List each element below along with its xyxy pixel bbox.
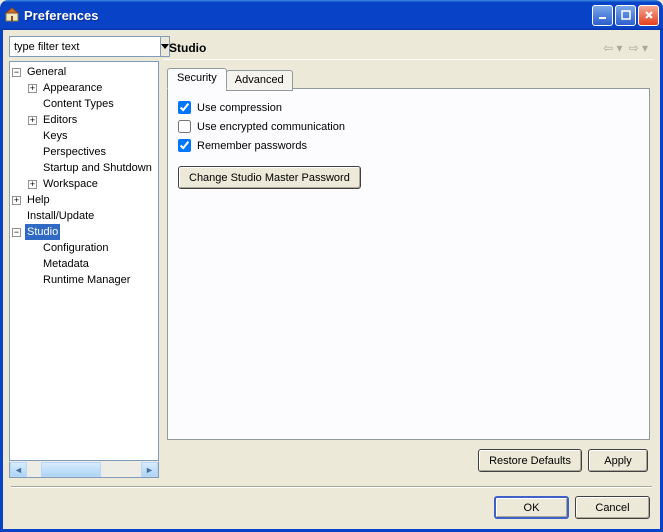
ok-button[interactable]: OK <box>494 496 569 519</box>
expand-icon[interactable]: + <box>28 84 37 93</box>
scroll-thumb[interactable] <box>41 462 101 477</box>
restore-defaults-button[interactable]: Restore Defaults <box>478 449 582 472</box>
close-button[interactable] <box>638 5 659 26</box>
back-button[interactable]: ⇦ ▾ <box>603 41 622 55</box>
tree-item-configuration[interactable]: Configuration <box>41 240 110 256</box>
expand-icon[interactable]: + <box>12 196 21 205</box>
use-encrypted-label: Use encrypted communication <box>197 121 345 133</box>
separator <box>11 486 652 488</box>
tab-security[interactable]: Security <box>167 68 227 89</box>
tree-item-editors[interactable]: Editors <box>41 112 79 128</box>
collapse-icon[interactable]: − <box>12 68 21 77</box>
tab-advanced[interactable]: Advanced <box>226 70 293 91</box>
left-panel: −General +Appearance Content Types +Edit… <box>9 36 159 478</box>
cancel-button[interactable]: Cancel <box>575 496 650 519</box>
expand-icon[interactable]: + <box>28 180 37 189</box>
tree-item-help[interactable]: Help <box>25 192 52 208</box>
remember-passwords-checkbox[interactable] <box>178 139 191 152</box>
window-title: Preferences <box>24 8 592 23</box>
tab-security-label: Security <box>177 72 217 84</box>
tree-item-studio[interactable]: Studio <box>25 224 60 240</box>
tab-body-security: Use compression Use encrypted communicat… <box>167 88 650 440</box>
title-bar: Preferences <box>0 0 663 30</box>
collapse-icon[interactable]: − <box>12 228 21 237</box>
change-password-button[interactable]: Change Studio Master Password <box>178 166 361 189</box>
page-title: Studio <box>169 41 603 55</box>
minimize-button[interactable] <box>592 5 613 26</box>
forward-button[interactable]: ⇨ ▾ <box>629 41 648 55</box>
scroll-right-button[interactable]: ► <box>141 462 158 477</box>
filter-input[interactable] <box>9 36 161 57</box>
tree-item-content-types[interactable]: Content Types <box>41 96 116 112</box>
window-icon <box>4 7 20 23</box>
tab-advanced-label: Advanced <box>235 74 284 86</box>
tree-item-metadata[interactable]: Metadata <box>41 256 91 272</box>
right-panel: Studio ⇦ ▾ ⇨ ▾ Security Advanced Use com <box>163 36 654 478</box>
preferences-tree[interactable]: −General +Appearance Content Types +Edit… <box>9 61 159 461</box>
maximize-button[interactable] <box>615 5 636 26</box>
tree-item-install-update[interactable]: Install/Update <box>25 208 96 224</box>
tree-item-general[interactable]: General <box>25 64 68 80</box>
use-compression-checkbox[interactable] <box>178 101 191 114</box>
remember-passwords-label: Remember passwords <box>197 140 307 152</box>
tree-item-perspectives[interactable]: Perspectives <box>41 144 108 160</box>
tree-item-workspace[interactable]: Workspace <box>41 176 100 192</box>
tree-item-runtime-manager[interactable]: Runtime Manager <box>41 272 132 288</box>
expand-icon[interactable]: + <box>28 116 37 125</box>
scroll-left-button[interactable]: ◄ <box>10 462 27 477</box>
tree-item-appearance[interactable]: Appearance <box>41 80 104 96</box>
horizontal-scrollbar[interactable]: ◄ ► <box>9 461 159 478</box>
use-encrypted-checkbox[interactable] <box>178 120 191 133</box>
tree-item-keys[interactable]: Keys <box>41 128 69 144</box>
use-compression-label: Use compression <box>197 102 282 114</box>
tree-item-startup[interactable]: Startup and Shutdown <box>41 160 154 176</box>
apply-button[interactable]: Apply <box>588 449 648 472</box>
